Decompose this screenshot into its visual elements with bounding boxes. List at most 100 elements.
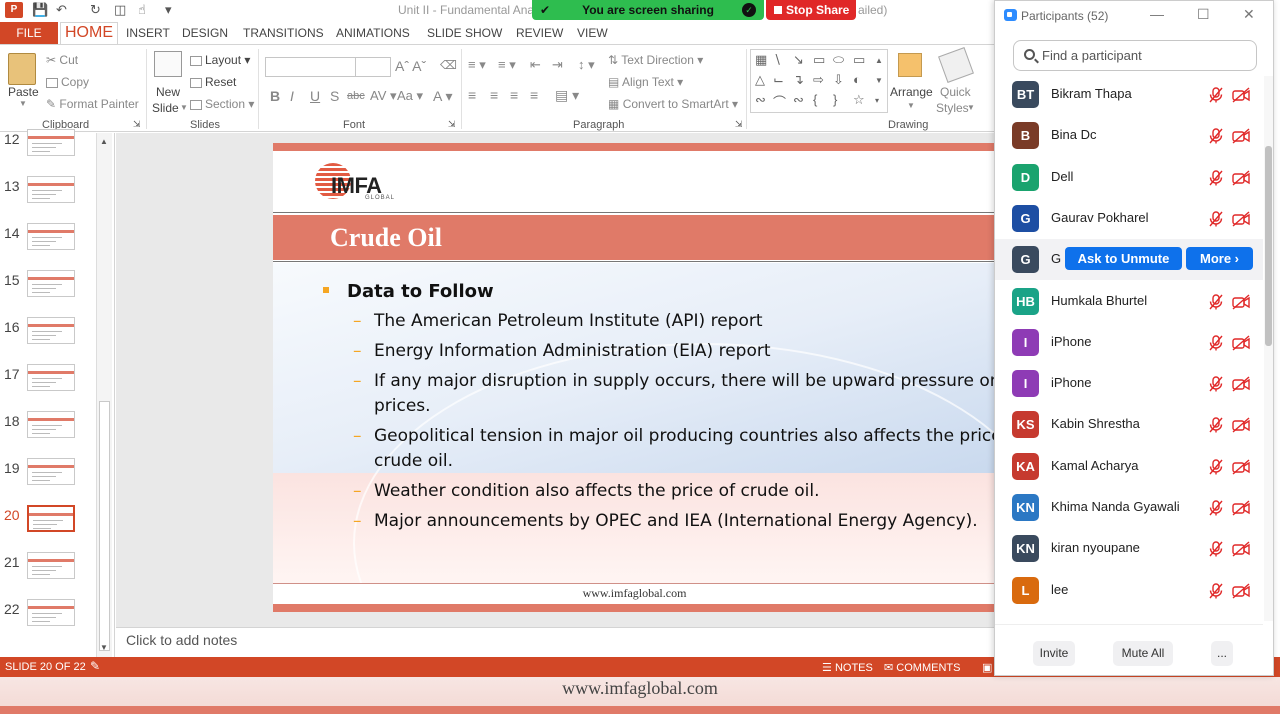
section-button[interactable]: Section ▾ bbox=[190, 97, 254, 111]
tab-transitions[interactable]: TRANSITIONS bbox=[243, 26, 324, 40]
tab-insert[interactable]: INSERT bbox=[126, 26, 170, 40]
right-brace-shape-icon[interactable]: } bbox=[833, 92, 837, 107]
notes-button[interactable]: ☰ NOTES bbox=[822, 661, 873, 674]
bullets-icon[interactable]: ≡ ▾ bbox=[468, 57, 486, 73]
scroll-up-icon[interactable]: ▲ bbox=[100, 137, 108, 146]
format-painter-button[interactable]: ✎ Format Painter bbox=[46, 97, 139, 111]
align-right-icon[interactable]: ≡ bbox=[510, 87, 518, 103]
arrange-icon[interactable] bbox=[898, 53, 922, 77]
arrange-button[interactable]: Arrange bbox=[890, 85, 933, 99]
align-left-icon[interactable]: ≡ bbox=[468, 87, 476, 103]
left-brace-shape-icon[interactable]: { bbox=[813, 92, 817, 107]
text-direction-button[interactable]: ⇅ Text Direction ▾ bbox=[608, 53, 703, 67]
touch-mode-icon[interactable]: ☝ bbox=[138, 2, 146, 18]
slide-thumbnail[interactable] bbox=[27, 129, 75, 156]
scroll-down-icon[interactable]: ▼ bbox=[100, 643, 108, 652]
slideshow-icon[interactable]: ◫ bbox=[114, 2, 126, 18]
tab-review[interactable]: REVIEW bbox=[516, 26, 563, 40]
ask-to-unmute-button[interactable]: Ask to Unmute bbox=[1065, 247, 1182, 271]
tab-view[interactable]: VIEW bbox=[577, 26, 608, 40]
copy-button[interactable]: Copy bbox=[46, 75, 89, 89]
arrange-dropdown-icon[interactable]: ▼ bbox=[907, 101, 915, 110]
more-button[interactable]: More › bbox=[1186, 247, 1253, 271]
line-shape-icon[interactable]: ∖ bbox=[773, 52, 781, 68]
star-shape-icon[interactable]: ☆ bbox=[853, 92, 865, 108]
quick-styles-icon[interactable] bbox=[938, 47, 974, 83]
layout-button[interactable]: Layout ▾ bbox=[190, 53, 250, 67]
change-case-icon[interactable]: Aa ▾ bbox=[397, 88, 423, 104]
freeform-shape-icon[interactable]: ∾ bbox=[755, 92, 766, 108]
oval-shape-icon[interactable]: ⬭ bbox=[833, 52, 844, 68]
thumbnail-scrollbar[interactable]: ▲ ▼ bbox=[96, 133, 112, 657]
participant-row[interactable]: B Bina Dc bbox=[995, 115, 1263, 156]
scrollbar-thumb[interactable] bbox=[1265, 146, 1272, 346]
character-spacing-icon[interactable]: AV ▾ bbox=[370, 88, 397, 104]
increase-indent-icon[interactable]: ⇥ bbox=[552, 57, 563, 73]
gallery-down-icon[interactable]: ▼ bbox=[875, 76, 883, 85]
slide-thumbnail[interactable] bbox=[27, 505, 75, 532]
clear-formatting-icon[interactable]: ⌫ bbox=[440, 58, 457, 72]
tab-design[interactable]: DESIGN bbox=[182, 26, 228, 40]
maximize-icon[interactable]: ☐ bbox=[1197, 6, 1210, 23]
participant-row[interactable]: G G Ask to Unmute More › bbox=[995, 239, 1263, 281]
invite-button[interactable]: Invite bbox=[1033, 641, 1075, 666]
textbox-shape-icon[interactable]: ▦ bbox=[755, 52, 767, 68]
stop-share-button[interactable]: Stop Share bbox=[766, 0, 856, 20]
decrease-indent-icon[interactable]: ⇤ bbox=[530, 57, 541, 73]
paste-dropdown-icon[interactable]: ▼ bbox=[19, 99, 27, 108]
new-slide-label-2[interactable]: Slide bbox=[152, 101, 179, 115]
strikethrough-icon[interactable]: abc bbox=[347, 90, 365, 102]
cut-button[interactable]: ✂ Cut bbox=[46, 53, 78, 67]
comments-button[interactable]: ✉ COMMENTS bbox=[884, 661, 960, 674]
participant-search-input[interactable]: Find a participant bbox=[1013, 40, 1257, 71]
font-color-icon[interactable]: A ▾ bbox=[433, 88, 452, 105]
reset-button[interactable]: Reset bbox=[190, 75, 236, 89]
grow-font-icon[interactable]: Aˆ Aˇ bbox=[395, 58, 426, 74]
line-spacing-icon[interactable]: ↕ ▾ bbox=[578, 57, 595, 73]
slide-title[interactable]: Crude Oil bbox=[330, 223, 442, 253]
participant-row[interactable]: D Dell bbox=[995, 157, 1263, 198]
slide-thumbnail[interactable] bbox=[27, 317, 75, 344]
quick-styles-label-2[interactable]: Styles bbox=[936, 101, 969, 115]
participant-row[interactable]: KA Kamal Acharya bbox=[995, 446, 1263, 487]
more-options-button[interactable]: ... bbox=[1211, 641, 1233, 666]
slide-thumbnail[interactable] bbox=[27, 364, 75, 391]
arrow-line-shape-icon[interactable]: ↘ bbox=[793, 52, 804, 68]
clipboard-launcher-icon[interactable]: ⇲ bbox=[133, 119, 141, 130]
normal-view-icon[interactable]: ▣ bbox=[982, 661, 992, 674]
participant-row[interactable]: IiPhone bbox=[995, 322, 1263, 363]
participant-scrollbar[interactable] bbox=[1264, 76, 1273, 621]
participant-row[interactable]: BT Bikram Thapa bbox=[995, 74, 1263, 115]
minimize-icon[interactable]: — bbox=[1150, 6, 1164, 22]
down-arrow-shape-icon[interactable]: ⇩ bbox=[833, 72, 844, 88]
new-slide-icon[interactable] bbox=[154, 51, 182, 77]
redo-icon[interactable]: ↻ bbox=[90, 2, 101, 18]
slide-thumbnail[interactable] bbox=[27, 411, 75, 438]
font-size-combobox[interactable] bbox=[355, 57, 391, 77]
participant-row[interactable]: G Gaurav Pokharel bbox=[995, 198, 1263, 239]
undo-icon[interactable]: ↶ bbox=[56, 2, 67, 18]
curve-shape-icon[interactable]: ◐ bbox=[853, 72, 861, 87]
tab-animations[interactable]: ANIMATIONS bbox=[336, 26, 410, 40]
gallery-more-icon[interactable]: ▾ bbox=[875, 96, 879, 105]
paragraph-launcher-icon[interactable]: ⇲ bbox=[735, 119, 743, 130]
italic-icon[interactable]: I bbox=[290, 88, 294, 104]
rounded-rectangle-shape-icon[interactable]: ▭ bbox=[853, 52, 865, 68]
justify-icon[interactable]: ≡ bbox=[530, 87, 538, 103]
participant-row[interactable]: KN kiran nyoupane bbox=[995, 528, 1263, 569]
slide-thumbnail[interactable] bbox=[27, 599, 75, 626]
align-center-icon[interactable]: ≡ bbox=[490, 87, 498, 103]
scrollbar-thumb[interactable] bbox=[99, 401, 110, 651]
save-icon[interactable]: 💾 bbox=[32, 2, 48, 18]
notes-pane[interactable]: Click to add notes bbox=[116, 627, 996, 657]
close-icon[interactable]: ✕ bbox=[1243, 6, 1255, 23]
participant-row[interactable]: KS Kabin Shrestha bbox=[995, 404, 1263, 445]
curve-line-shape-icon[interactable]: ∾ bbox=[793, 92, 804, 108]
tab-home[interactable]: HOME bbox=[60, 22, 118, 45]
font-name-combobox[interactable] bbox=[265, 57, 357, 77]
bold-icon[interactable]: B bbox=[270, 88, 280, 104]
participant-row[interactable]: IiPhone bbox=[995, 363, 1263, 404]
elbow-arrow-shape-icon[interactable]: ↴ bbox=[793, 72, 804, 88]
gallery-up-icon[interactable]: ▲ bbox=[875, 56, 883, 65]
slide-thumbnail[interactable] bbox=[27, 458, 75, 485]
